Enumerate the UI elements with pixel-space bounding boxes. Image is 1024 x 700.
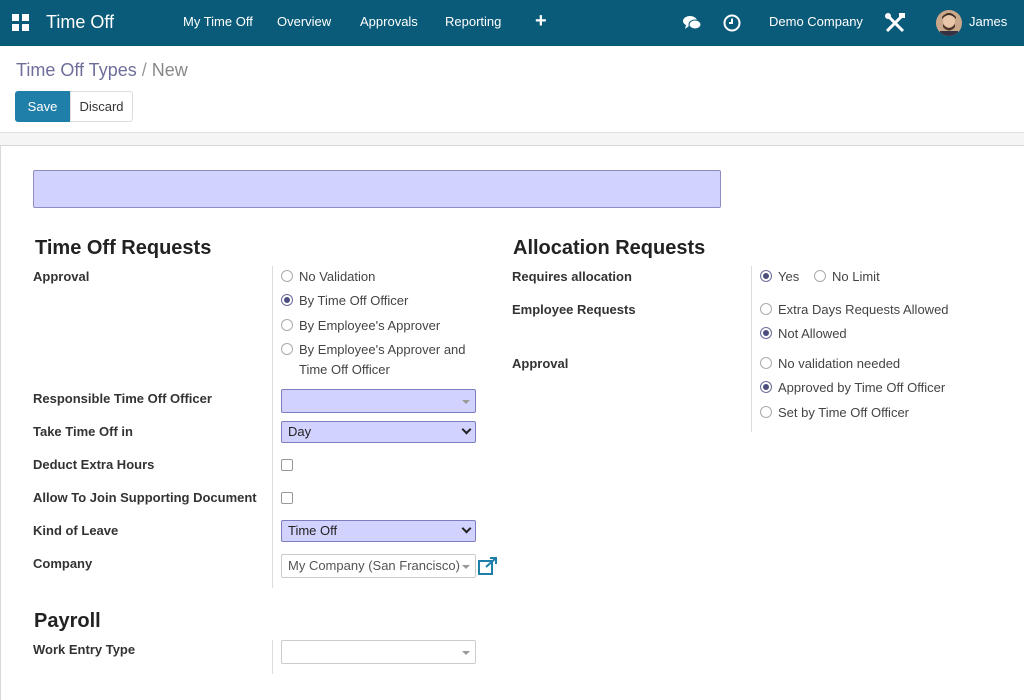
breadcrumb: Time Off Types / New [16,60,188,81]
caret-down-icon [462,651,470,655]
debug-tools-icon[interactable] [884,12,906,34]
user-menu[interactable]: James [969,14,1007,29]
form-sheet [0,145,1024,700]
column-divider [272,266,273,588]
kind-of-leave-select[interactable]: Time Off [281,520,476,542]
app-menu-icon[interactable] [12,14,29,31]
radio-button[interactable] [814,270,826,282]
employee-requests-label: Employee Requests [512,302,636,317]
discard-button[interactable]: Discard [70,91,133,122]
radio-button[interactable] [760,303,772,315]
external-link-icon[interactable] [478,557,498,575]
radio-button-selected[interactable] [760,327,772,339]
breadcrumb-separator: / [141,60,147,80]
menu-overview[interactable]: Overview [277,14,331,29]
kind-of-leave-label: Kind of Leave [33,523,119,538]
radio-button[interactable] [760,406,772,418]
radio-button-selected[interactable] [281,294,293,306]
responsible-officer-select[interactable] [281,389,476,413]
company-switcher[interactable]: Demo Company [769,14,863,29]
add-menu-icon[interactable]: + [535,10,547,33]
allocation-requests-title: Allocation Requests [513,237,706,259]
column-divider [751,266,752,432]
chevron-down-icon [461,523,472,534]
work-entry-type-label: Work Entry Type [33,642,136,657]
top-navbar: Time Off My Time Off Overview Approvals … [0,0,1024,46]
breadcrumb-parent-link[interactable]: Time Off Types [16,60,137,80]
company-select[interactable]: My Company (San Francisco) [281,554,476,578]
allocation-approval-label: Approval [512,356,569,371]
company-label: Company [33,556,93,571]
radio-button-selected[interactable] [760,270,772,282]
chat-icon[interactable] [683,15,702,31]
menu-reporting[interactable]: Reporting [445,14,501,29]
radio-button-selected[interactable] [760,381,772,393]
radio-button[interactable] [281,319,293,331]
breadcrumb-current: New [151,60,188,80]
user-avatar[interactable] [936,10,962,36]
deduct-extra-hours-label: Deduct Extra Hours [33,457,155,472]
control-panel-divider [0,132,1024,146]
radio-button[interactable] [760,357,772,369]
time-off-requests-title: Time Off Requests [35,237,212,259]
requires-allocation-label: Requires allocation [512,269,632,284]
app-title[interactable]: Time Off [46,12,114,33]
caret-down-icon [462,565,470,569]
radio-button[interactable] [281,270,293,282]
take-time-off-in-select[interactable]: Day [281,421,476,443]
work-entry-type-select[interactable] [281,640,476,664]
responsible-officer-label: Responsible Time Off Officer [33,391,212,406]
take-time-off-in-label: Take Time Off in [33,424,133,439]
menu-approvals[interactable]: Approvals [360,14,418,29]
radio-button[interactable] [281,343,293,355]
column-divider [272,640,273,674]
save-button[interactable]: Save [15,91,70,122]
name-field[interactable] [33,170,721,208]
caret-down-icon [462,400,470,404]
chevron-down-icon [461,424,472,435]
approval-label: Approval [33,269,90,284]
deduct-extra-hours-checkbox[interactable] [281,459,293,471]
allow-supporting-document-checkbox[interactable] [281,492,293,504]
payroll-title: Payroll [34,610,101,632]
allow-supporting-document-label: Allow To Join Supporting Document [33,490,257,505]
menu-my-time-off[interactable]: My Time Off [183,14,253,29]
activity-clock-icon[interactable] [723,14,741,32]
